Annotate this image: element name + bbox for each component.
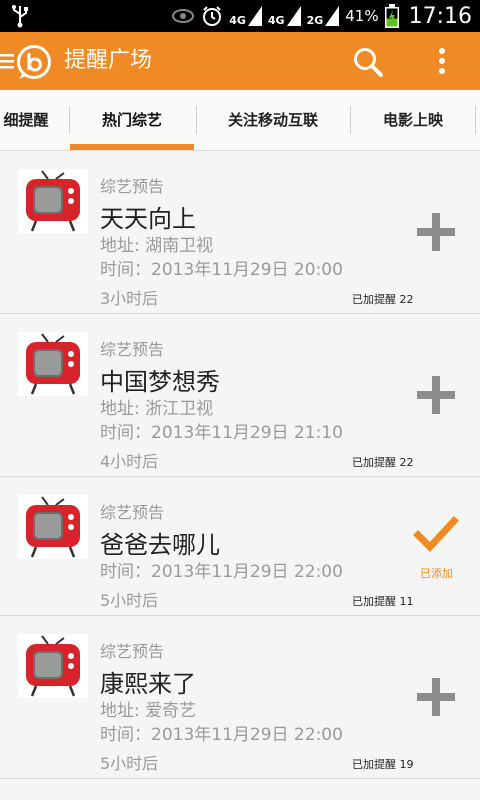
usb-icon [12,5,28,28]
category-tabs: 细提醒 热门综艺 关注移动互联 电影上映 [0,90,480,151]
network-label-1: 4G [229,14,246,27]
tv-icon [18,169,88,233]
battery-charging-icon [384,4,399,28]
tab-mobile-internet[interactable]: 关注移动互联 [198,90,348,150]
tab-divider [196,106,197,134]
app-logo-icon[interactable] [16,44,52,80]
item-reminder-count: 已加提醒 22 [352,456,414,469]
signal-strength-icon [325,6,340,26]
item-title: 天天向上 [100,205,196,233]
item-title: 爸爸去哪儿 [100,531,220,559]
item-reminder-count: 已加提醒 11 [352,595,414,608]
network-label-2: 4G [267,14,285,27]
add-reminder-icon[interactable] [412,371,460,419]
network-label-3: 2G [306,14,324,27]
status-bar: 4G 4G 2G 41% 17:16 [0,0,480,32]
tv-icon [18,634,88,698]
checkmark-icon[interactable] [412,511,460,559]
item-relative-time: 5小时后 [100,591,159,610]
item-address: 地址: 湖南卫视 [100,236,214,256]
tv-icon [18,332,88,396]
list-item[interactable]: 综艺预告 爸爸去哪儿 时间：2013年11月29日 22:00 5小时后 已加提… [0,477,480,616]
item-category: 综艺预告 [100,503,165,522]
menu-icon[interactable] [0,51,14,71]
search-icon[interactable] [352,46,384,78]
item-title: 中国梦想秀 [100,368,220,396]
list-item[interactable]: 综艺预告 天天向上 地址: 湖南卫视 时间：2013年11月29日 20:00 … [0,151,480,314]
network-4g-second-icon: 4G [268,6,301,26]
added-label: 已添加 [420,567,453,580]
tv-icon [18,495,88,559]
tab-hot-variety[interactable]: 热门综艺 [70,90,194,150]
tab-prev[interactable]: 细提醒 [0,90,66,150]
battery-percent: 41% [345,7,379,25]
item-address: 地址: 爱奇艺 [100,701,197,721]
network-4g-icon: 4G [229,6,262,26]
clock: 17:16 [408,3,472,29]
item-address: 地址: 浙江卫视 [100,399,214,419]
item-category: 综艺预告 [100,340,165,359]
add-reminder-icon[interactable] [412,208,460,256]
item-reminder-count: 已加提醒 22 [352,293,414,306]
item-relative-time: 3小时后 [100,289,159,308]
add-reminder-icon[interactable] [412,673,460,721]
item-time: 时间：2013年11月29日 20:00 [100,260,343,280]
item-category: 综艺预告 [100,642,165,661]
overflow-menu-icon[interactable] [432,46,452,78]
tab-divider [475,106,476,134]
item-reminder-count: 已加提醒 19 [352,758,414,771]
item-time: 时间：2013年11月29日 22:00 [100,725,343,745]
signal-strength-icon [247,6,262,26]
tab-divider [350,106,351,134]
app-bar: 提醒广场 [0,32,480,90]
item-title: 康熙来了 [100,670,196,698]
list-item[interactable]: 综艺预告 中国梦想秀 地址: 浙江卫视 时间：2013年11月29日 21:10… [0,314,480,477]
tab-movies[interactable]: 电影上映 [352,90,474,150]
signal-strength-icon [286,6,301,26]
item-relative-time: 4小时后 [100,452,159,471]
alarm-icon [203,6,222,26]
page-title: 提醒广场 [64,48,153,73]
item-relative-time: 5小时后 [100,754,159,773]
list-item[interactable]: 综艺预告 康熙来了 地址: 爱奇艺 时间：2013年11月29日 22:00 5… [0,616,480,779]
network-2g-icon: 2G [307,6,340,26]
tab-selected-indicator [70,144,194,150]
item-time: 时间：2013年11月29日 21:10 [100,423,343,443]
reminder-list: 综艺预告 天天向上 地址: 湖南卫视 时间：2013年11月29日 20:00 … [0,151,480,779]
eye-icon [172,9,195,23]
item-time: 时间：2013年11月29日 22:00 [100,562,343,582]
item-category: 综艺预告 [100,177,165,196]
